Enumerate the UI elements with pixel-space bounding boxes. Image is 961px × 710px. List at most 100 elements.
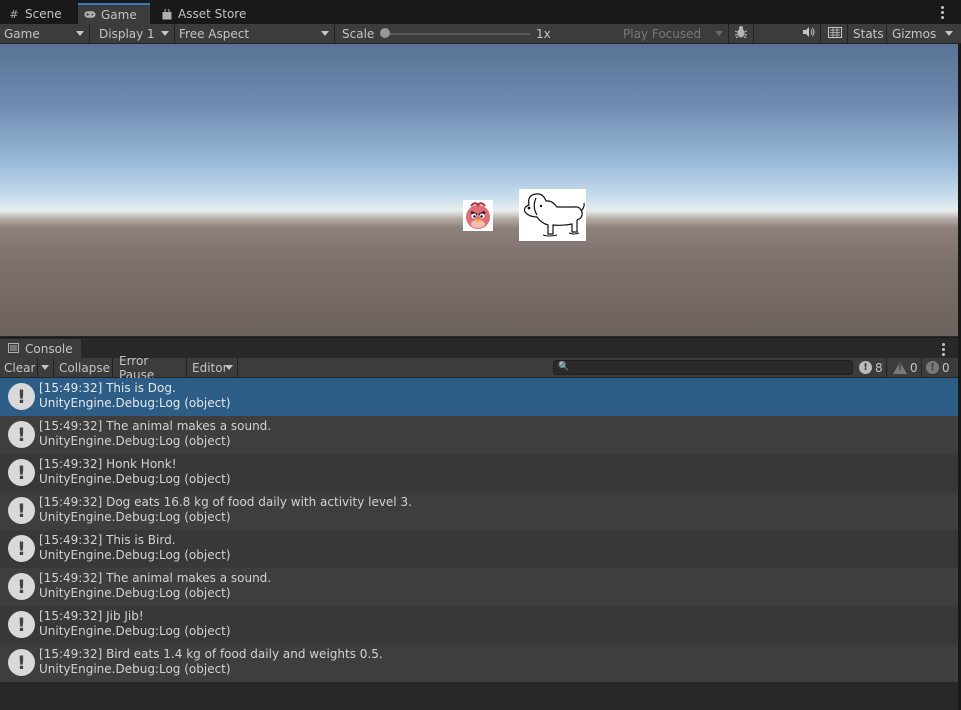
info-icon: ! bbox=[8, 459, 35, 486]
chevron-down-icon bbox=[225, 365, 233, 370]
collapse-label: Collapse bbox=[59, 360, 110, 375]
bug-icon bbox=[734, 25, 748, 42]
speaker-icon bbox=[802, 26, 816, 41]
log-source: UnityEngine.Debug:Log (object) bbox=[39, 548, 231, 562]
error-count: 0 bbox=[942, 360, 950, 375]
scale-label: Scale bbox=[342, 26, 375, 41]
log-source: UnityEngine.Debug:Log (object) bbox=[39, 396, 231, 410]
log-message: [15:49:32] The animal makes a sound. bbox=[39, 419, 272, 433]
display-select[interactable]: Display 1 bbox=[95, 24, 175, 43]
stats-label: Stats bbox=[853, 26, 884, 41]
log-entry[interactable]: ! [15:49:32] Dog eats 16.8 kg of food da… bbox=[0, 492, 958, 530]
log-message: [15:49:32] The animal makes a sound. bbox=[39, 571, 272, 585]
log-entry[interactable]: ! [15:49:32] Jib Jib! UnityEngine.Debug:… bbox=[0, 606, 958, 644]
aspect-select[interactable]: Free Aspect bbox=[175, 24, 335, 43]
bag-icon bbox=[161, 8, 173, 20]
debug-button[interactable] bbox=[730, 24, 754, 43]
console-log-list: ! [15:49:32] This is Dog. UnityEngine.De… bbox=[0, 378, 958, 682]
tab-game[interactable]: Game bbox=[78, 3, 150, 24]
tab-menu-kebab-icon[interactable] bbox=[941, 6, 945, 19]
log-count-toggle[interactable]: ! 8 bbox=[859, 358, 887, 377]
bird-sprite bbox=[463, 200, 493, 231]
clear-label: Clear bbox=[4, 360, 36, 375]
clear-button[interactable]: Clear bbox=[0, 358, 38, 377]
game-viewport[interactable] bbox=[0, 44, 958, 336]
warning-count: 0 bbox=[910, 360, 918, 375]
console-toolbar: Clear Collapse Error Pause Editor 🔍 ! 8 … bbox=[0, 354, 958, 382]
editor-label: Editor bbox=[192, 360, 228, 375]
chevron-down-icon bbox=[76, 31, 84, 36]
play-mode-select[interactable]: Play Focused bbox=[619, 24, 729, 43]
display-select-value: Display 1 bbox=[99, 26, 155, 41]
log-source: UnityEngine.Debug:Log (object) bbox=[39, 434, 231, 448]
info-icon: ! bbox=[859, 361, 872, 374]
editor-target-dropdown[interactable]: Editor bbox=[188, 358, 238, 377]
tab-asset-store[interactable]: Asset Store bbox=[155, 4, 252, 24]
log-message: [15:49:32] This is Bird. bbox=[39, 533, 176, 547]
info-icon: ! bbox=[8, 611, 35, 638]
scale-slider-track[interactable] bbox=[385, 33, 530, 35]
hash-icon: # bbox=[9, 7, 19, 21]
stats-button[interactable]: Stats bbox=[849, 24, 887, 43]
collapse-toggle[interactable]: Collapse bbox=[55, 358, 113, 377]
gizmos-button[interactable]: Gizmos bbox=[888, 24, 958, 43]
log-message: [15:49:32] Honk Honk! bbox=[39, 457, 177, 471]
log-source: UnityEngine.Debug:Log (object) bbox=[39, 510, 231, 524]
error-icon: ! bbox=[926, 361, 939, 374]
log-entry[interactable]: ! [15:49:32] Bird eats 1.4 kg of food da… bbox=[0, 644, 958, 682]
info-icon: ! bbox=[8, 421, 35, 448]
log-message: [15:49:32] Jib Jib! bbox=[39, 609, 144, 623]
search-icon: 🔍 bbox=[558, 362, 570, 372]
clear-options-dropdown[interactable] bbox=[38, 358, 54, 377]
chevron-down-icon bbox=[41, 365, 49, 370]
log-entry[interactable]: ! [15:49:32] Honk Honk! UnityEngine.Debu… bbox=[0, 454, 958, 492]
scale-value: 1x bbox=[532, 24, 618, 43]
log-source: UnityEngine.Debug:Log (object) bbox=[39, 586, 231, 600]
keyboard-icon bbox=[828, 26, 842, 41]
mute-audio-button[interactable] bbox=[797, 24, 821, 43]
scale-slider-handle[interactable] bbox=[380, 28, 390, 38]
tab-scene[interactable]: # Scene bbox=[2, 4, 68, 24]
view-select-value: Game bbox=[4, 26, 40, 41]
log-entry[interactable]: ! [15:49:32] This is Bird. UnityEngine.D… bbox=[0, 530, 958, 568]
error-pause-toggle[interactable]: Error Pause bbox=[115, 354, 187, 382]
gizmos-label: Gizmos bbox=[892, 26, 937, 41]
log-source: UnityEngine.Debug:Log (object) bbox=[39, 624, 231, 638]
scale-value-text: 1x bbox=[536, 26, 551, 41]
dog-sprite bbox=[519, 189, 586, 241]
log-source: UnityEngine.Debug:Log (object) bbox=[39, 662, 231, 676]
tab-console-label: Console bbox=[25, 342, 73, 356]
view-select[interactable]: Game bbox=[0, 24, 90, 43]
aspect-select-value: Free Aspect bbox=[179, 26, 250, 41]
info-icon: ! bbox=[8, 535, 35, 562]
play-mode-value: Play Focused bbox=[623, 26, 702, 41]
console-search-input[interactable]: 🔍 bbox=[553, 360, 853, 375]
warning-count-toggle[interactable]: ! 0 bbox=[893, 358, 922, 377]
info-icon: ! bbox=[8, 573, 35, 600]
log-entry[interactable]: ! [15:49:32] This is Dog. UnityEngine.De… bbox=[0, 378, 958, 416]
console-menu-kebab-icon[interactable] bbox=[942, 343, 946, 356]
chevron-down-icon bbox=[945, 31, 953, 36]
log-message: [15:49:32] This is Dog. bbox=[39, 381, 176, 395]
chevron-down-icon bbox=[321, 31, 329, 36]
warning-icon: ! bbox=[893, 361, 907, 374]
tab-scene-label: Scene bbox=[25, 7, 62, 21]
log-entry[interactable]: ! [15:49:32] The animal makes a sound. U… bbox=[0, 568, 958, 606]
gamepad-icon bbox=[84, 9, 96, 21]
info-icon: ! bbox=[8, 383, 35, 410]
tab-game-label: Game bbox=[101, 7, 137, 22]
log-message: [15:49:32] Dog eats 16.8 kg of food dail… bbox=[39, 495, 412, 509]
log-message: [15:49:32] Bird eats 1.4 kg of food dail… bbox=[39, 647, 383, 661]
log-entry[interactable]: ! [15:49:32] The animal makes a sound. U… bbox=[0, 416, 958, 454]
chevron-down-icon bbox=[161, 31, 169, 36]
error-count-toggle[interactable]: ! 0 bbox=[926, 358, 950, 377]
info-icon: ! bbox=[8, 497, 35, 524]
chevron-down-icon bbox=[715, 31, 723, 36]
log-count: 8 bbox=[875, 360, 883, 375]
tab-asset-store-label: Asset Store bbox=[178, 7, 247, 21]
editor-tab-bar: # Scene Game Asset Store bbox=[0, 0, 961, 24]
game-toolbar: Game Display 1 Free Aspect Scale 1x Play… bbox=[0, 24, 961, 44]
shortcut-keyboard-button[interactable] bbox=[822, 24, 848, 43]
tab-console[interactable]: Console bbox=[0, 339, 81, 359]
info-icon: ! bbox=[8, 649, 35, 676]
